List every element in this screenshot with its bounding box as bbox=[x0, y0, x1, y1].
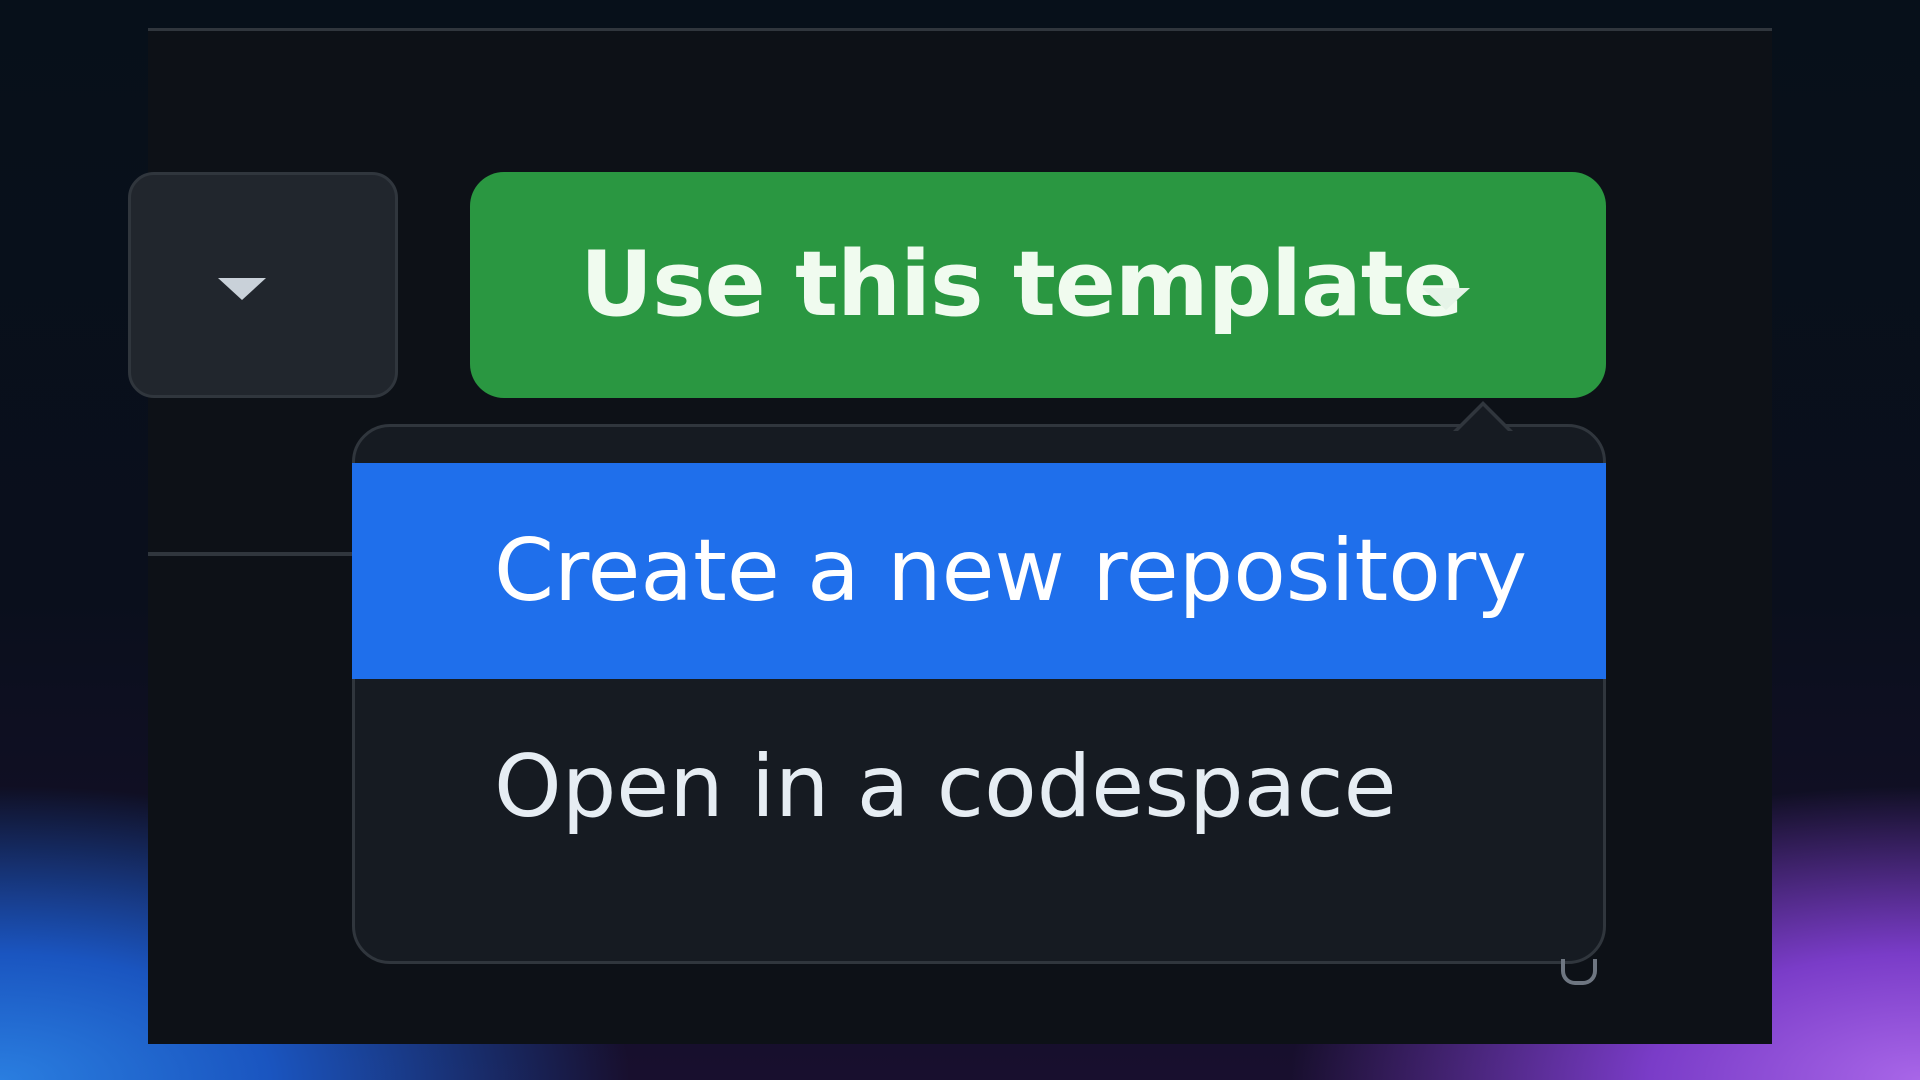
use-this-template-button[interactable]: Use this template bbox=[470, 172, 1606, 398]
template-dropdown-menu: Create a new repository Open in a codesp… bbox=[352, 401, 1606, 985]
menu-pointer-fill bbox=[1457, 406, 1509, 432]
menu-item-open-in-codespace[interactable]: Open in a codespace bbox=[352, 679, 1606, 895]
resize-grip-icon bbox=[1553, 951, 1613, 991]
menu-item-create-new-repository[interactable]: Create a new repository bbox=[352, 463, 1606, 679]
menu-list: Create a new repository Open in a codesp… bbox=[352, 463, 1606, 895]
repository-panel: Use this template Create a new repositor… bbox=[128, 28, 1772, 1044]
panel-top-divider bbox=[148, 28, 1772, 31]
options-dropdown-button[interactable] bbox=[128, 172, 398, 398]
chevron-down-icon bbox=[1422, 288, 1470, 310]
use-this-template-label: Use this template bbox=[580, 232, 1464, 337]
section-divider bbox=[148, 552, 358, 556]
chevron-down-icon bbox=[218, 278, 266, 300]
